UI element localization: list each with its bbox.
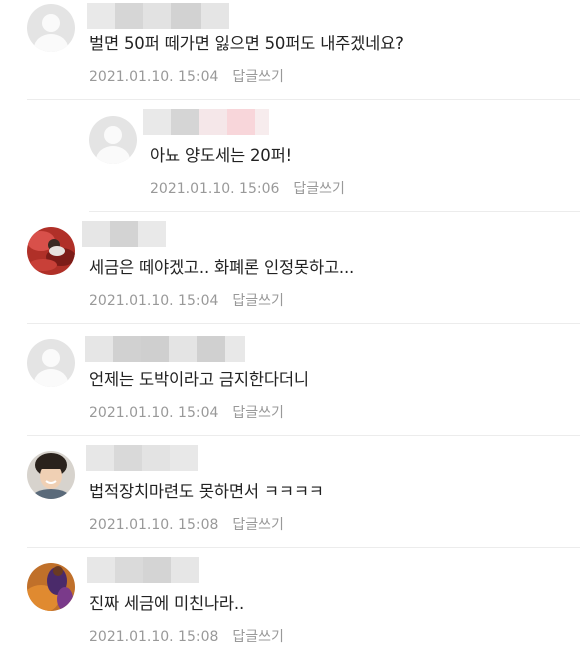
avatar[interactable]	[27, 4, 75, 52]
comment-meta: 2021.01.10. 15:08 답글쓰기	[89, 626, 284, 646]
reply-link[interactable]: 답글쓰기	[232, 405, 284, 421]
username-blurred	[86, 445, 198, 471]
comment-timestamp: 2021.01.10. 15:04	[89, 405, 219, 421]
comment-text: 아뇨 양도세는 20퍼!	[150, 146, 292, 165]
comment-timestamp: 2021.01.10. 15:04	[89, 69, 219, 85]
comment-meta: 2021.01.10. 15:08 답글쓰기	[89, 514, 284, 534]
divider	[27, 547, 580, 548]
reply-link[interactable]: 답글쓰기	[232, 293, 284, 309]
divider	[27, 323, 580, 324]
avatar[interactable]	[27, 339, 75, 387]
avatar[interactable]	[89, 116, 137, 164]
comment-timestamp: 2021.01.10. 15:08	[89, 629, 219, 645]
comment-text: 세금은 떼야겠고.. 화폐론 인정못하고...	[89, 258, 355, 277]
reply-link[interactable]: 답글쓰기	[232, 69, 284, 85]
avatar[interactable]	[27, 563, 75, 611]
divider	[27, 99, 580, 100]
username-blurred	[85, 336, 245, 362]
comment-text: 벌면 50퍼 떼가면 잃으면 50퍼도 내주겠네요?	[89, 34, 404, 53]
comment-text: 진짜 세금에 미친나라..	[89, 594, 244, 613]
comment-meta: 2021.01.10. 15:04 답글쓰기	[89, 290, 284, 310]
comment-meta: 2021.01.10. 15:04 답글쓰기	[89, 402, 284, 422]
comment-text: 언제는 도박이라고 금지한다더니	[89, 370, 309, 389]
avatar[interactable]	[27, 227, 75, 275]
reply-link[interactable]: 답글쓰기	[232, 629, 284, 645]
divider	[27, 435, 580, 436]
comment-timestamp: 2021.01.10. 15:04	[89, 293, 219, 309]
comment-timestamp: 2021.01.10. 15:06	[150, 181, 280, 197]
username-blurred	[143, 109, 269, 135]
comment-meta: 2021.01.10. 15:04 답글쓰기	[89, 66, 284, 86]
divider	[89, 211, 580, 212]
username-blurred	[87, 3, 229, 29]
reply-link[interactable]: 답글쓰기	[293, 181, 345, 197]
comment-text: 법적장치마련도 못하면서 ㅋㅋㅋㅋ	[89, 482, 324, 501]
avatar[interactable]	[27, 451, 75, 499]
username-blurred	[82, 221, 166, 247]
username-blurred	[87, 557, 199, 583]
reply-link[interactable]: 답글쓰기	[232, 517, 284, 533]
comment-timestamp: 2021.01.10. 15:08	[89, 517, 219, 533]
comment-meta: 2021.01.10. 15:06 답글쓰기	[150, 178, 345, 198]
